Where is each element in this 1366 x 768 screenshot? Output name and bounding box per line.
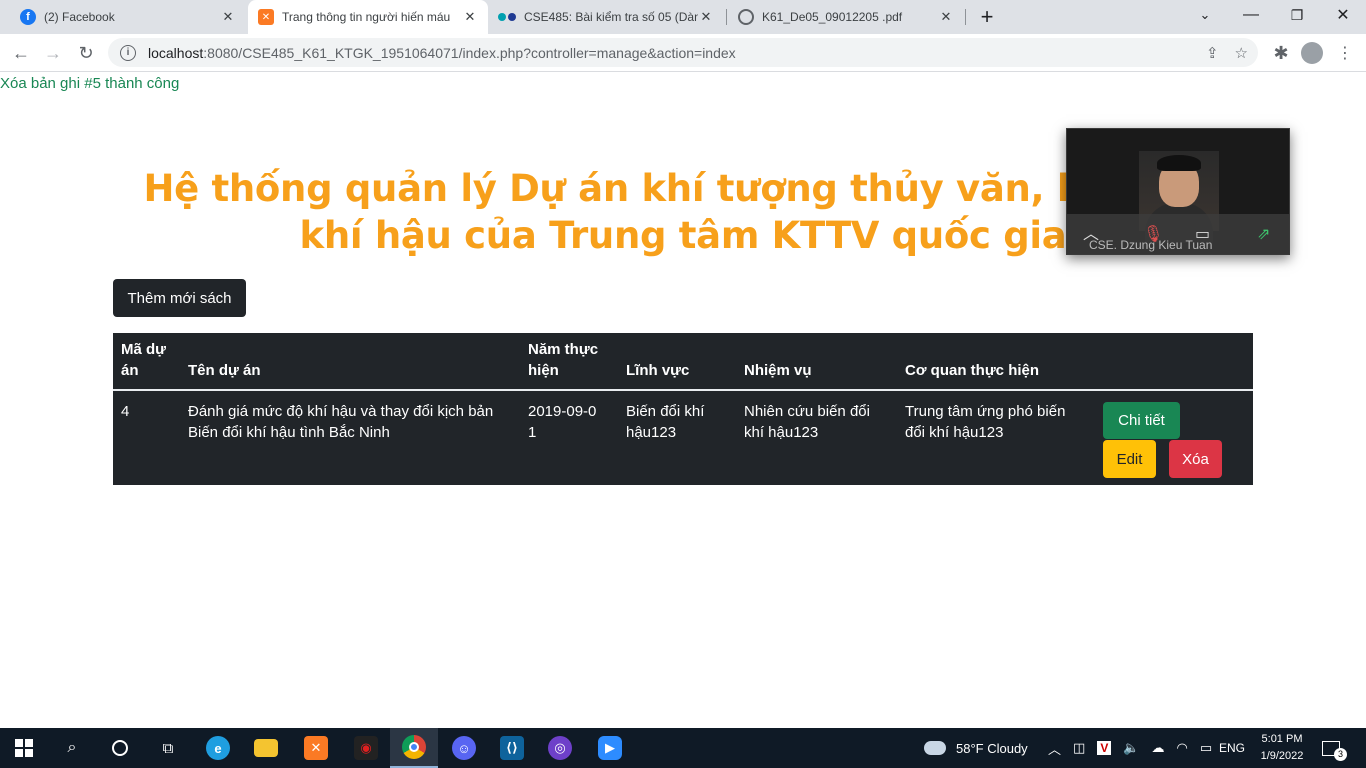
close-icon[interactable]: ✕ (220, 9, 236, 25)
table-row: 4 Đánh giá mức độ khí hậu và thay đổi kị… (113, 391, 1253, 485)
browser-tab-active[interactable]: ✕ Trang thông tin người hiến máu ✕ (248, 0, 488, 34)
browser-tab-facebook[interactable]: f (2) Facebook ✕ (10, 0, 246, 34)
window-close-icon[interactable]: ✕ (1320, 0, 1366, 30)
cell-name: Đánh giá mức độ khí hậu và thay đổi kịch… (188, 403, 494, 441)
browser-tab-pdf[interactable]: K61_De05_09012205 .pdf ✕ (728, 0, 964, 34)
xampp-taskbar-icon[interactable]: ✕ (292, 728, 340, 768)
back-arrow-icon[interactable]: ← (6, 38, 36, 68)
new-tab-button[interactable]: + (965, 2, 1009, 32)
zoom-icon[interactable]: ▶ (586, 728, 634, 768)
browser-toolbar: ← → ↻ i localhost:8080/CSE485_K61_KTGK_1… (0, 34, 1366, 72)
projects-table: Mã dự án Tên dự án Năm thực hiện Lĩnh vự… (113, 333, 1253, 485)
browser-tab-teams[interactable]: CSE485: Bài kiểm tra số 05 (Dành ✕ (488, 0, 724, 34)
windows-start-icon[interactable] (0, 728, 48, 768)
cloud-icon (924, 741, 946, 755)
volume-icon[interactable]: 🔈 (1123, 740, 1139, 756)
weather-widget[interactable]: 58°F Cloudy (924, 728, 1028, 768)
facebook-icon: f (20, 9, 36, 25)
cell-agency: Trung tâm ứng phó biến đổi khí hậu123 (905, 403, 1066, 441)
edit-button[interactable]: Edit (1103, 440, 1156, 478)
cortana-icon[interactable] (96, 728, 144, 768)
zoom-video-window[interactable]: ︿ 🎙 ▭ ⇗ CSE. Dzung Kieu Tuan (1066, 128, 1290, 255)
forward-arrow-icon[interactable]: → (38, 38, 68, 68)
column-header-task: Nhiệm vụ (744, 362, 812, 379)
tab-divider (726, 9, 727, 25)
cell-task: Nhiên cứu biến đổi khí hậu123 (744, 403, 870, 441)
clock[interactable]: 5:01 PM 1/9/2022 (1254, 728, 1310, 768)
site-info-icon[interactable]: i (120, 44, 136, 61)
notification-center-icon[interactable]: 3 (1322, 728, 1347, 768)
bookmark-star-icon[interactable]: ☆ (1235, 44, 1248, 62)
globe-icon (738, 9, 754, 25)
language-indicator[interactable]: ENG (1219, 728, 1245, 768)
reload-icon[interactable]: ↻ (71, 38, 101, 68)
close-icon[interactable]: ✕ (462, 9, 478, 25)
vscode-icon[interactable]: ⟨⟩ (488, 728, 536, 768)
minimize-icon[interactable]: — (1228, 0, 1274, 30)
cell-year: 2019-09-01 (528, 403, 597, 441)
participant-name: CSE. Dzung Kieu Tuan (1089, 238, 1213, 252)
share-screen-icon[interactable]: ⇗ (1257, 224, 1270, 244)
omnibox-actions: ⇪ ☆ (1206, 44, 1248, 62)
extensions-icon[interactable]: ✱ (1266, 38, 1296, 68)
teams-icon (498, 13, 516, 21)
edge-icon[interactable]: e (194, 728, 242, 768)
battery-icon[interactable]: ▭ (1200, 740, 1212, 756)
chrome-menu-icon[interactable]: ⋮ (1330, 38, 1360, 68)
file-explorer-icon[interactable] (242, 728, 290, 768)
delete-button[interactable]: Xóa (1169, 440, 1222, 478)
url-path: :8080/CSE485_K61_KTGK_1951064071/index.p… (203, 44, 736, 61)
column-header-field: Lĩnh vực (626, 362, 690, 379)
chevron-up-icon[interactable]: ︿ (1048, 739, 1061, 758)
task-view-icon[interactable]: ⧉ (144, 728, 192, 768)
column-header-id: Mã dự án (121, 341, 167, 379)
tab-search-icon[interactable]: ⌄ (1182, 0, 1228, 30)
close-icon[interactable]: ✕ (938, 9, 954, 25)
tab-title: Trang thông tin người hiến máu (282, 10, 451, 24)
address-bar[interactable]: i localhost:8080/CSE485_K61_KTGK_1951064… (108, 38, 1258, 67)
column-header-agency: Cơ quan thực hiện (905, 362, 1040, 379)
cell-id: 4 (121, 403, 130, 420)
weather-text: 58°F Cloudy (956, 740, 1028, 756)
github-desktop-icon[interactable]: ◎ (536, 728, 584, 768)
xampp-icon: ✕ (258, 9, 274, 25)
success-message: Xóa bản ghi #5 thành công (0, 75, 180, 92)
restore-icon[interactable]: ❐ (1274, 0, 1320, 30)
share-icon[interactable]: ⇪ (1206, 44, 1219, 62)
cell-field: Biến đổi khí hậu123 (626, 403, 705, 441)
system-tray: ︿ ◫ V 🔈 ☁ ◠ ▭ (1048, 728, 1212, 768)
search-icon[interactable]: ⌕ (48, 728, 96, 768)
onedrive-icon[interactable]: ☁ (1152, 740, 1165, 756)
wifi-icon[interactable]: ◠ (1177, 740, 1188, 756)
windows-taskbar: ⌕ ⧉ e ✕ ◉ ☺ ⟨⟩ ◎ ▶ 58°F Cloudy ︿ ◫ V 🔈 ☁… (0, 728, 1366, 768)
meet-now-icon[interactable]: ◫ (1073, 740, 1085, 756)
tab-title: (2) Facebook (44, 10, 115, 24)
notification-count: 3 (1334, 747, 1347, 761)
detail-button[interactable]: Chi tiết (1103, 402, 1180, 439)
close-icon[interactable]: ✕ (698, 9, 714, 25)
profile-avatar[interactable] (1297, 38, 1327, 68)
date-text: 1/9/2022 (1260, 750, 1304, 762)
add-new-button[interactable]: Thêm mới sách (113, 279, 246, 317)
column-header-year: Năm thực hiện (528, 341, 599, 379)
antivirus-icon[interactable]: V (1097, 741, 1112, 755)
browser-tabstrip: f (2) Facebook ✕ ✕ Trang thông tin người… (0, 0, 1366, 34)
discord-icon[interactable]: ☺ (440, 728, 488, 768)
chrome-icon[interactable] (390, 728, 438, 768)
time-text: 5:01 PM (1261, 733, 1303, 745)
column-header-name: Tên dự án (188, 362, 261, 379)
game-app-icon[interactable]: ◉ (342, 728, 390, 768)
table-header: Mã dự án Tên dự án Năm thực hiện Lĩnh vự… (113, 333, 1253, 391)
tab-title: CSE485: Bài kiểm tra số 05 (Dành (524, 10, 698, 24)
tab-title: K61_De05_09012205 .pdf (762, 10, 903, 24)
url-host: localhost (148, 44, 204, 61)
